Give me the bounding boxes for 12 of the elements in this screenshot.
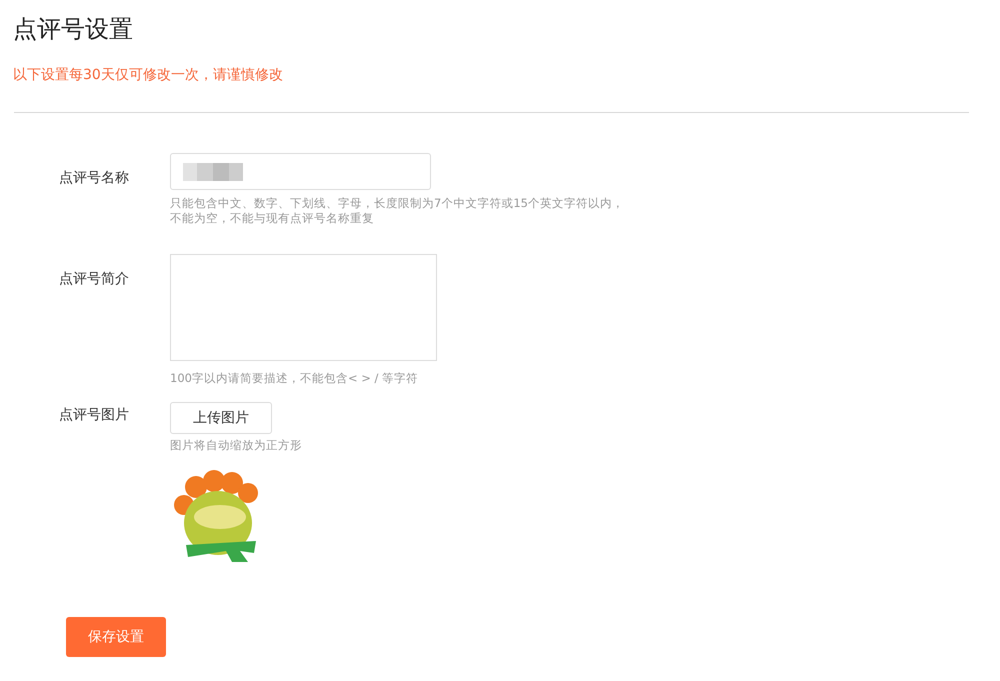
field-label: 点评号名称 — [59, 169, 130, 188]
upload-button[interactable]: 上传图片 — [170, 402, 272, 434]
page-title: 点评号设置 — [13, 14, 134, 45]
notice-text: 以下设置每30天仅可修改一次，请谨慎修改 — [13, 66, 284, 84]
hint-text: 不能为空，不能与现有点评号名称重复 — [170, 211, 375, 226]
hint-text: 100字以内请简要描述，不能包含< > / 等字符 — [170, 371, 420, 386]
description-field[interactable] — [170, 254, 437, 361]
name-field[interactable] — [170, 153, 431, 190]
field-label: 点评号简介 — [59, 270, 130, 289]
hint-text: 图片将自动缩放为正方形 — [170, 438, 302, 453]
hint-text: 只能包含中文、数字、下划线、字母，长度限制为7个中文字符或15个英文字符以内， — [170, 196, 624, 211]
field-label: 点评号图片 — [59, 406, 130, 425]
